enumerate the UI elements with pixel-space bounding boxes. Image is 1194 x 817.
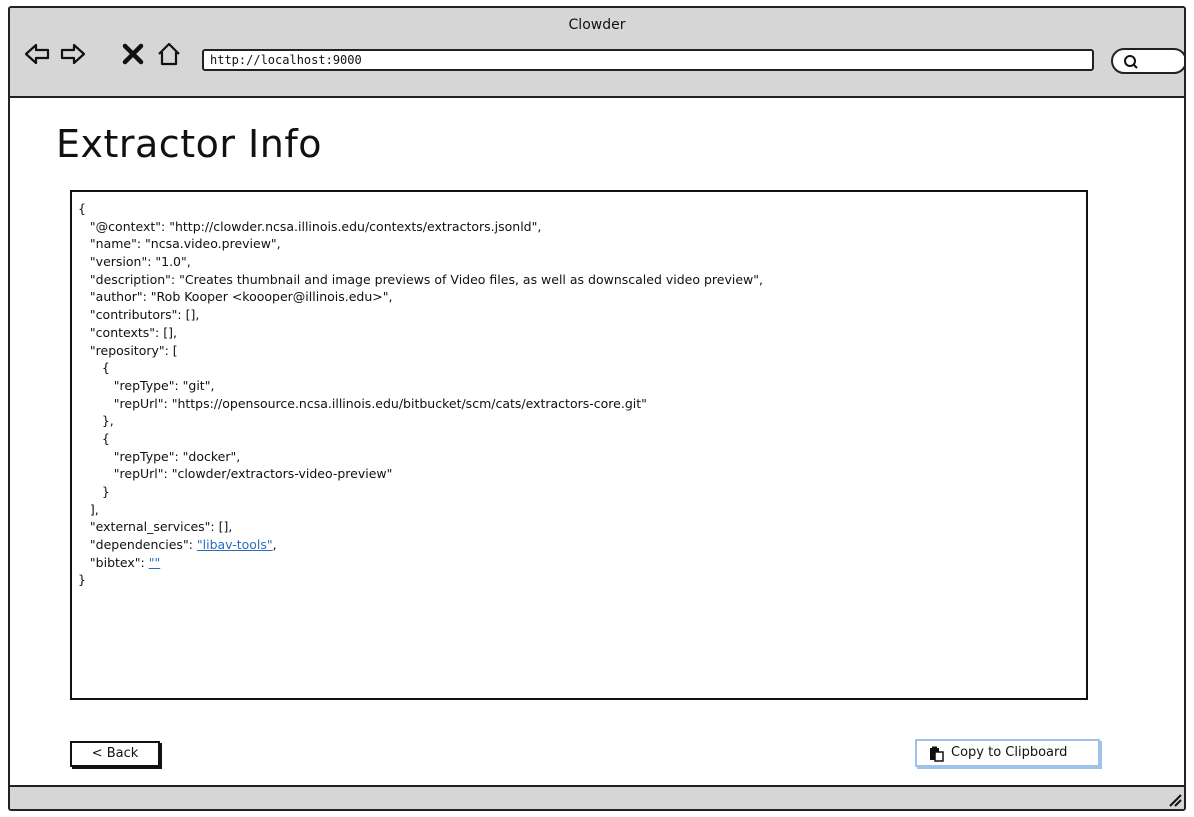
json-line: } — [78, 484, 110, 499]
json-line: "repUrl": "https://opensource.ncsa.illin… — [78, 395, 647, 411]
clipboard-icon — [930, 746, 944, 762]
json-line: "repType": "docker", — [78, 448, 241, 464]
browser-window: Clowder Extractor Info { "@context": "ht… — [8, 6, 1186, 811]
browser-statusbar — [10, 785, 1184, 809]
close-icon[interactable] — [120, 41, 146, 67]
json-line-bibtex: "bibtex": "" — [78, 554, 763, 572]
json-line-dependencies: "dependencies": "libav-tools", — [78, 536, 763, 554]
json-line: "external_services": [], — [78, 519, 233, 535]
json-line: }, — [78, 413, 114, 429]
dependencies-comma: , — [272, 537, 277, 553]
json-viewer: { "@context": "http://clowder.ncsa.illin… — [70, 190, 1088, 700]
json-line: { — [78, 201, 86, 216]
json-line: "version": "1.0", — [78, 254, 191, 270]
json-line-closing: } — [78, 572, 86, 588]
copy-button-label: Copy to Clipboard — [951, 745, 1068, 760]
bibtex-key: "bibtex": — [78, 554, 149, 570]
browser-titlebar: Clowder — [10, 8, 1184, 98]
url-input[interactable] — [202, 49, 1094, 71]
window-title: Clowder — [568, 17, 626, 33]
copy-to-clipboard-button[interactable]: Copy to Clipboard — [915, 739, 1100, 767]
json-line: "repType": "git", — [78, 377, 215, 393]
json-line: ], — [78, 501, 99, 517]
home-icon[interactable] — [156, 41, 182, 67]
page-title: Extractor Info — [56, 122, 322, 166]
json-line: "contributors": [], — [78, 307, 200, 323]
arrow-right-icon[interactable] — [60, 41, 86, 67]
json-line: "contexts": [], — [78, 324, 177, 340]
json-line: "description": "Creates thumbnail and im… — [78, 271, 763, 287]
search-button[interactable] — [1111, 48, 1184, 74]
json-line: { — [78, 360, 110, 376]
bibtex-link[interactable]: "" — [149, 555, 161, 570]
json-line: "author": "Rob Kooper <koooper@illinois.… — [78, 289, 393, 305]
resize-grip-icon[interactable] — [1166, 791, 1182, 807]
search-icon — [1124, 55, 1138, 69]
json-line: "repUrl": "clowder/extractors-video-prev… — [78, 466, 393, 482]
json-line: { — [78, 430, 110, 446]
dependencies-key: "dependencies": — [78, 537, 197, 553]
back-button[interactable]: < Back — [70, 741, 160, 767]
json-line: "@context": "http://clowder.ncsa.illinoi… — [78, 218, 542, 234]
json-line: "name": "ncsa.video.preview", — [78, 236, 281, 252]
arrow-left-icon[interactable] — [24, 41, 50, 67]
json-content: { "@context": "http://clowder.ncsa.illin… — [78, 200, 763, 589]
json-line: "repository": [ — [78, 342, 178, 358]
dependencies-link[interactable]: "libav-tools" — [197, 537, 273, 552]
